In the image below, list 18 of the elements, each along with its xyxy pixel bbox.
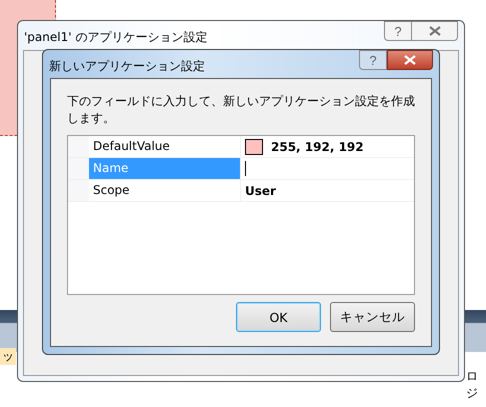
close-icon: [428, 26, 440, 36]
property-value[interactable]: User: [245, 184, 276, 198]
cancel-button[interactable]: キャンセル: [330, 302, 415, 332]
property-name[interactable]: Scope: [89, 180, 241, 201]
close-button[interactable]: [387, 50, 433, 70]
instruction-text: 下のフィールドに入力して、新しいアプリケーション設定を作成します。: [67, 93, 416, 127]
window-title: 'panel1' のアプリケーション設定: [23, 29, 208, 46]
help-button[interactable]: ?: [359, 50, 387, 70]
help-button[interactable]: ?: [384, 21, 412, 41]
close-icon: [403, 55, 417, 65]
close-button[interactable]: [412, 21, 458, 41]
property-value[interactable]: 255, 192, 192: [271, 140, 364, 154]
background-text: ッ: [0, 348, 16, 365]
dialog-title: 新しいアプリケーション設定: [48, 58, 205, 75]
text-cursor: [245, 161, 246, 176]
ok-button[interactable]: OK: [236, 302, 321, 332]
property-name[interactable]: DefaultValue: [89, 136, 241, 157]
background-text: ロジ: [466, 368, 479, 402]
